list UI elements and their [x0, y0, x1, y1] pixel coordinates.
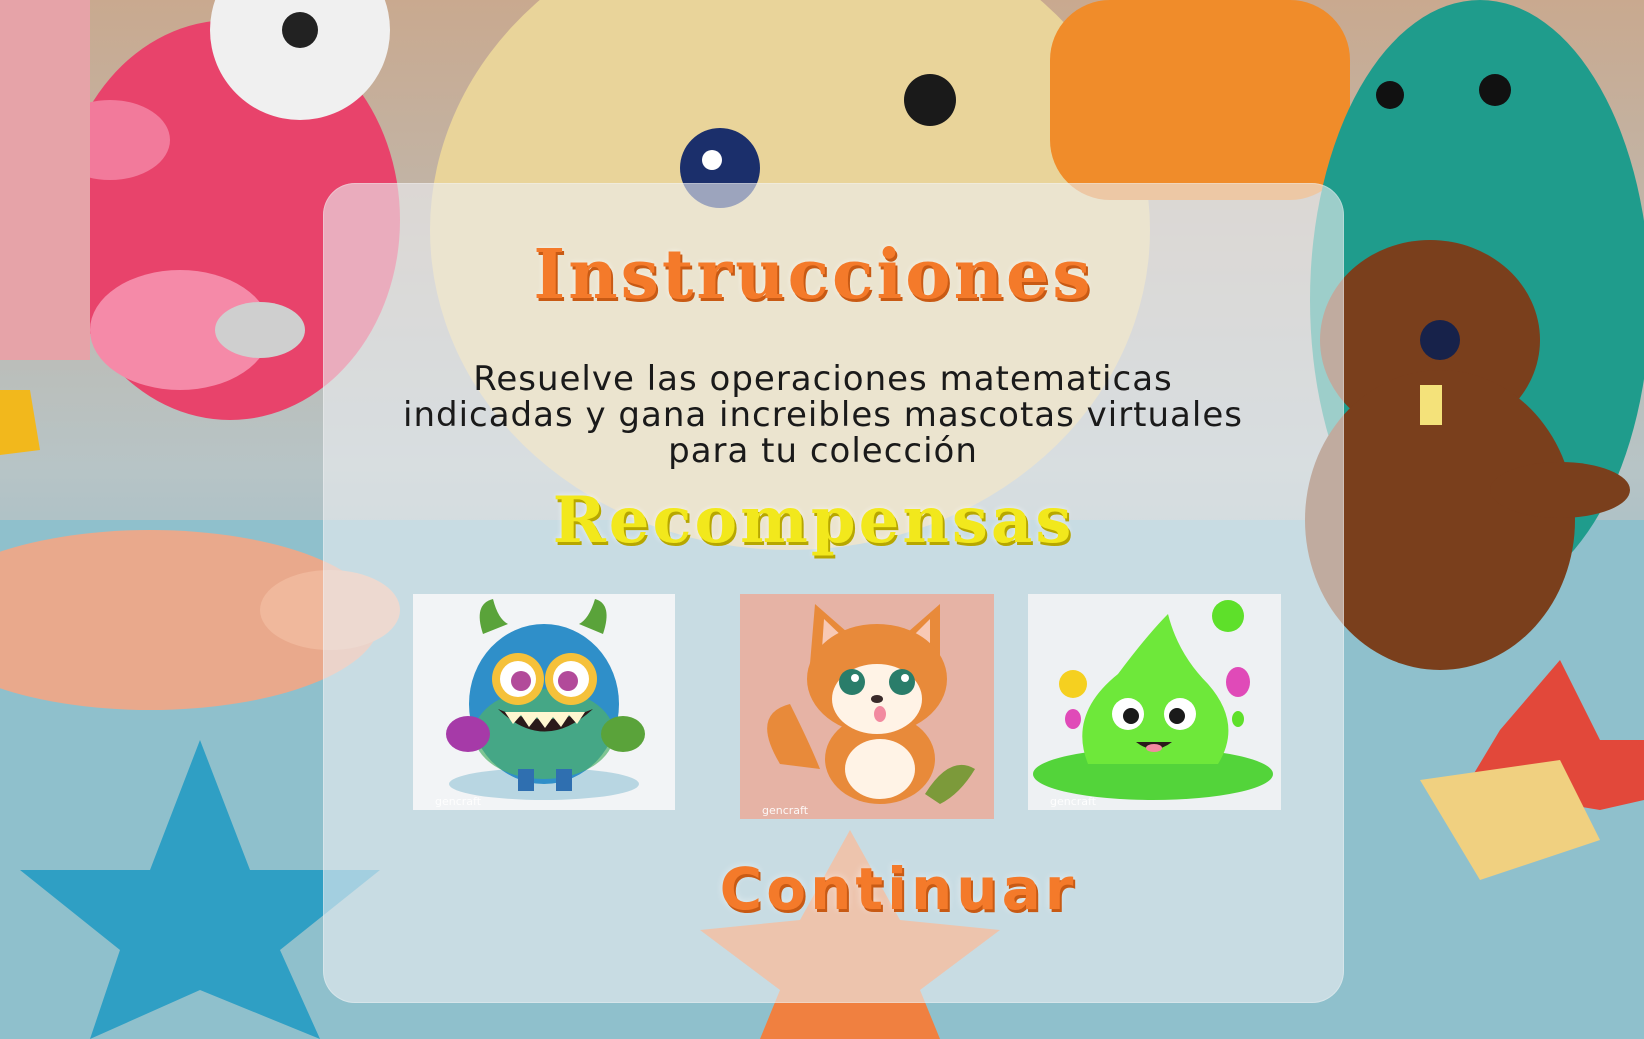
green-slime-icon — [1033, 600, 1273, 800]
instructions-panel: Instrucciones Resuelve las operaciones m… — [323, 183, 1344, 1003]
continue-button[interactable]: Continuar — [323, 855, 1344, 923]
reward-fox-pup: gencraft — [740, 594, 994, 819]
reward-blue-monster: gencraft — [413, 594, 675, 810]
watermark-2: gencraft — [762, 804, 809, 817]
watermark-3: gencraft — [1050, 795, 1097, 808]
rewards-title: Recompensas — [552, 483, 1075, 558]
instructions-title: Instrucciones — [533, 235, 1094, 315]
fox-pup-icon — [767, 604, 975, 804]
continue-label[interactable]: Continuar — [590, 855, 1078, 923]
blue-monster-icon — [446, 599, 645, 800]
yellow-shape-left — [0, 390, 40, 455]
instructions-text: Resuelve las operaciones matematicas ind… — [403, 359, 1243, 471]
watermark-1: gencraft — [435, 795, 482, 808]
reward-green-slime: gencraft — [1028, 594, 1281, 810]
game-screen: Instrucciones Resuelve las operaciones m… — [0, 0, 1644, 1039]
